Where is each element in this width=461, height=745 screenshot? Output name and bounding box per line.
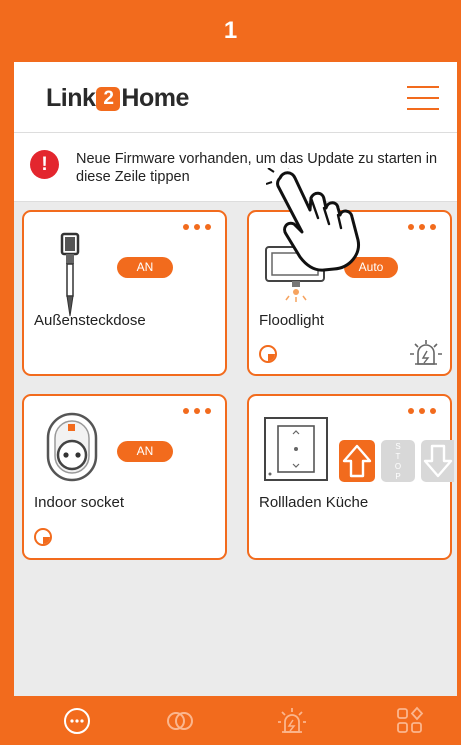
logo-badge: 2	[96, 86, 121, 111]
arrow-up-icon	[342, 444, 372, 478]
arrow-down-icon	[423, 444, 453, 478]
app-logo: Link 2 Home	[46, 84, 189, 113]
alarm-siren-icon[interactable]	[409, 338, 443, 368]
timer-icon[interactable]	[259, 345, 277, 363]
tap-gesture-hand-icon	[266, 168, 360, 272]
indoor-socket-icon	[46, 412, 98, 482]
more-options-icon[interactable]	[408, 408, 436, 414]
scenes-tab-icon[interactable]	[395, 706, 425, 736]
logo-text-left: Link	[46, 84, 96, 112]
alert-icon: !	[30, 150, 59, 179]
more-options-icon[interactable]	[183, 224, 211, 230]
device-label: Außensteckdose	[34, 312, 146, 329]
device-card-shutter[interactable]: STOP Rollladen Küche	[247, 394, 454, 560]
shutter-stop-button[interactable]: STOP	[381, 440, 415, 482]
device-label: Indoor socket	[34, 494, 125, 511]
firmware-update-notice[interactable]: ! Neue Firmware vorhanden, um das Update…	[14, 133, 457, 202]
devices-tab-icon[interactable]	[62, 706, 92, 736]
logo-text-right: Home	[121, 84, 189, 112]
shutter-up-button[interactable]	[339, 440, 375, 482]
status-badge[interactable]: AN	[117, 441, 173, 462]
more-options-icon[interactable]	[183, 408, 211, 414]
timer-icon[interactable]	[34, 528, 52, 546]
device-label: Rollladen Küche	[259, 494, 369, 511]
stop-label: STOP	[394, 442, 402, 481]
alarm-tab-icon[interactable]	[277, 706, 307, 736]
app-screen: Link 2 Home ! Neue Firmware vorhanden, um …	[14, 62, 457, 696]
links-tab-icon[interactable]	[165, 706, 195, 736]
step-header: 1	[0, 0, 461, 62]
bottom-tab-bar	[0, 696, 461, 745]
shutter-down-button[interactable]	[421, 440, 454, 482]
device-card-outdoor-socket[interactable]: AN Außensteckdose	[22, 210, 227, 376]
device-label: Floodlight	[259, 312, 325, 329]
step-number: 1	[223, 17, 238, 44]
device-card-indoor-socket[interactable]: AN Indoor socket	[22, 394, 227, 560]
more-options-icon[interactable]	[408, 224, 436, 230]
shutter-switch-icon	[264, 417, 328, 481]
app-header: Link 2 Home	[14, 62, 457, 133]
hamburger-menu-icon[interactable]	[407, 86, 439, 110]
status-badge[interactable]: AN	[117, 257, 173, 278]
